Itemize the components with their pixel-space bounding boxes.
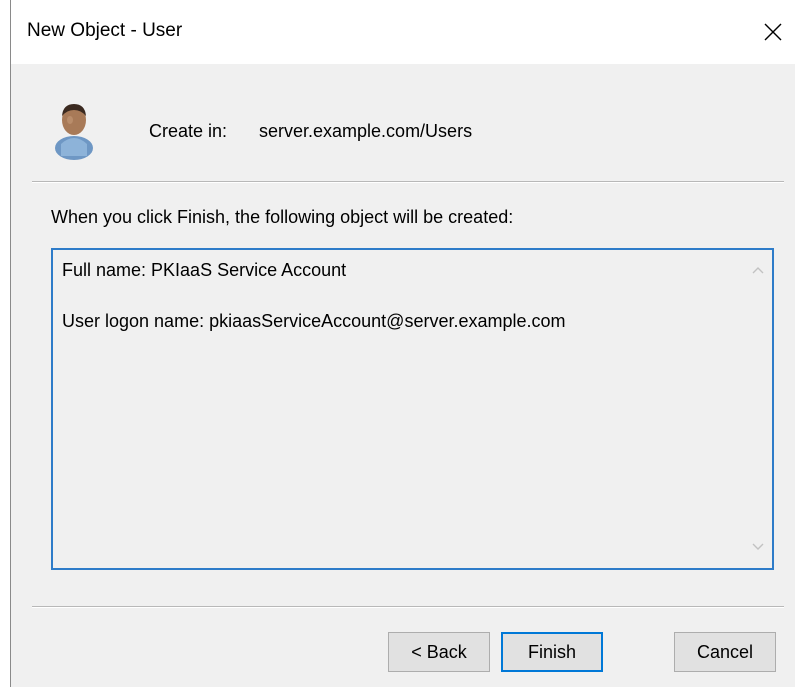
finish-button[interactable]: Finish (501, 632, 603, 672)
close-button[interactable] (750, 12, 795, 52)
close-icon (764, 23, 782, 41)
scroll-up-icon[interactable] (751, 263, 765, 277)
window-title: New Object - User (27, 20, 183, 41)
create-in-label: Create in: (149, 121, 228, 141)
header-divider (32, 181, 784, 183)
intro-text: When you click Finish, the following obj… (51, 207, 514, 227)
new-object-user-dialog: New Object - User Create in: server.exam… (10, 0, 795, 687)
title-bar: New Object - User (11, 0, 795, 64)
create-in-path: server.example.com/Users (259, 121, 473, 141)
scroll-down-icon[interactable] (751, 540, 765, 554)
user-icon (55, 104, 93, 160)
full-name-line: Full name: PKIaaS Service Account (62, 260, 347, 280)
cancel-button[interactable]: Cancel (674, 632, 776, 672)
vertical-scrollbar[interactable] (744, 250, 772, 568)
back-button[interactable]: < Back (388, 632, 490, 672)
footer-divider (32, 606, 784, 608)
logon-name-line: User logon name: pkiaasServiceAccount@se… (62, 311, 566, 331)
summary-textbox[interactable]: Full name: PKIaaS Service Account User l… (51, 248, 774, 570)
